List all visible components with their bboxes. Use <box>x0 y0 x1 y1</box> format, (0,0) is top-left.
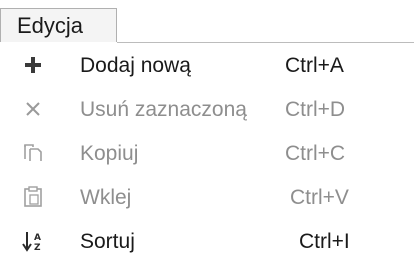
menu-item-copy-label: Kopiuj <box>80 142 139 165</box>
menu-item-delete[interactable]: Usuń zaznaczoną Ctrl+D <box>0 87 414 131</box>
menu-item-paste-shortcut: Ctrl+V <box>290 186 349 209</box>
app-window: Edycja Dodaj nową Ctrl+A Usuń zaznaczoną… <box>0 0 414 270</box>
edit-dropdown: Dodaj nową Ctrl+A Usuń zaznaczoną Ctrl+D <box>0 43 414 270</box>
svg-text:A: A <box>34 233 41 243</box>
delete-icon <box>20 95 46 123</box>
menu-item-copy[interactable]: Kopiuj Ctrl+C <box>0 131 414 175</box>
menu-item-delete-label: Usuń zaznaczoną <box>80 98 247 121</box>
menu-item-paste-label: Wklej <box>80 186 132 209</box>
menu-bar: Edycja <box>0 0 414 44</box>
paste-icon <box>20 183 46 211</box>
menu-item-delete-shortcut: Ctrl+D <box>285 98 346 121</box>
menu-item-paste[interactable]: Wklej Ctrl+V <box>0 175 414 219</box>
menu-item-add-shortcut: Ctrl+A <box>285 54 344 77</box>
menu-item-copy-shortcut: Ctrl+C <box>285 142 346 165</box>
menu-item-sort-label: Sortuj <box>80 230 135 253</box>
menu-edycja-label: Edycja <box>17 13 84 38</box>
menu-edycja[interactable]: Edycja <box>0 8 117 42</box>
menu-item-add[interactable]: Dodaj nową Ctrl+A <box>0 43 414 87</box>
copy-icon <box>20 139 46 167</box>
plus-icon <box>20 51 46 79</box>
menu-item-sort[interactable]: A Z Sortuj Ctrl+I <box>0 219 414 263</box>
menu-item-sort-shortcut: Ctrl+I <box>299 230 350 253</box>
sort-icon: A Z <box>20 227 46 255</box>
menu-item-add-label: Dodaj nową <box>80 54 191 77</box>
svg-text:Z: Z <box>34 243 41 253</box>
